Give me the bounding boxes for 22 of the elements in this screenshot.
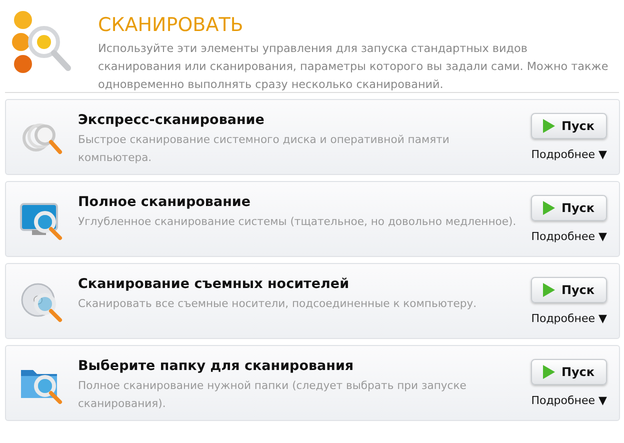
scan-description: Полное сканирование нужной папки (следует выбрать при запуске сканирования). [78,378,468,412]
play-icon [543,283,556,297]
play-icon [543,201,556,215]
start-button[interactable]: Пуск [531,195,607,221]
start-button[interactable]: Пуск [531,359,607,385]
scan-title: Сканирование съемных носителей [78,276,350,292]
scan-title: Выберите папку для сканирования [78,358,355,374]
scan-description: Углубленное сканирование системы (тщательное, но довольно медленное). [78,214,517,230]
details-link[interactable]: Подробнее ▼ [531,394,607,407]
details-link[interactable]: Подробнее ▼ [531,312,607,325]
section-title: СКАНИРОВАТЬ [98,14,244,36]
details-link[interactable]: Подробнее ▼ [531,148,607,161]
section-description: Используйте эти элементы управления для запуска стандартных видов сканирования или сканирования, параметры которого вы задали сами. Можно также одновременно выполнять сразу несколько сканирований. [98,41,610,93]
scan-title: Полное сканирование [78,194,252,210]
start-button[interactable]: Пуск [531,277,607,303]
details-link[interactable]: Подробнее ▼ [531,230,607,243]
play-icon [543,119,556,133]
play-icon [543,365,556,379]
start-button[interactable]: Пуск [531,113,607,139]
scan-description: Быстрое сканирование системного диска и оперативной памяти компьютера. [78,132,450,166]
scan-description: Сканировать все съемные носители, подсоединенные к компьютеру. [78,296,478,312]
scan-title: Экспресс-сканирование [78,112,266,128]
